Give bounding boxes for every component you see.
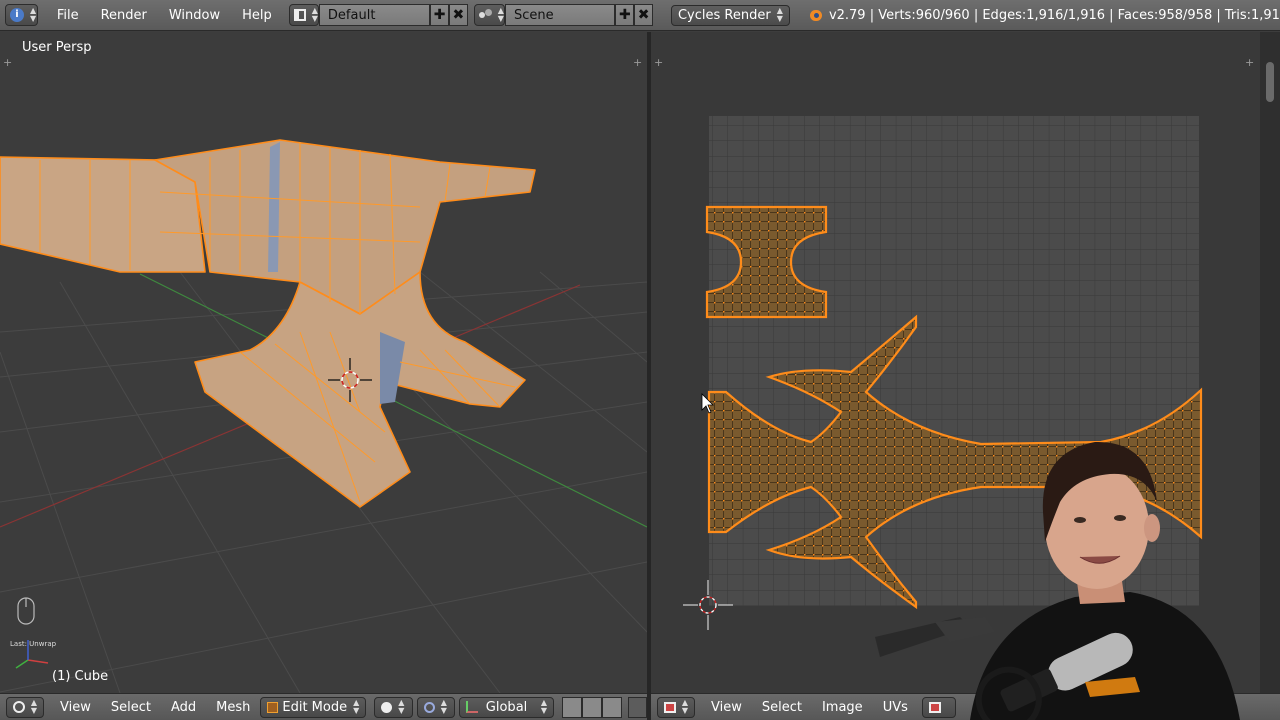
delete-layout-button[interactable]: ✖	[449, 4, 468, 26]
add-scene-button[interactable]: ✚	[615, 4, 635, 26]
3d-view-icon	[13, 701, 25, 713]
menu-file[interactable]: File	[46, 8, 90, 23]
area-corner-plus-icon[interactable]: +	[633, 57, 642, 68]
menu-add[interactable]: Add	[161, 700, 206, 715]
close-icon: ✖	[637, 7, 650, 23]
presenter-video	[875, 441, 1240, 720]
delete-scene-button[interactable]: ✖	[634, 4, 653, 26]
view-label: User Persp	[22, 40, 92, 55]
chevron-updown-icon: ▲ ▼	[497, 6, 504, 23]
last-operation-label: Last: Unwrap	[10, 640, 57, 648]
screen-layout-button[interactable]: ▲ ▼	[288, 4, 319, 26]
shading-dropdown[interactable]: ▲ ▼	[374, 696, 413, 718]
vertex-select-icon[interactable]	[562, 696, 583, 718]
mode-dropdown[interactable]: Edit Mode ▲ ▼	[260, 696, 367, 718]
anvil-mesh	[0, 139, 536, 508]
face-select-icon[interactable]	[602, 696, 623, 718]
plus-icon: ✚	[433, 7, 446, 23]
menu-select[interactable]: Select	[752, 700, 812, 715]
pivot-dropdown[interactable]: ▲ ▼	[416, 696, 456, 718]
area-corner-plus-icon[interactable]: +	[654, 57, 663, 68]
scene-statistics: v2.79 | Verts:960/960 | Edges:1,916/1,91…	[828, 7, 1280, 23]
scene-icon	[478, 9, 492, 21]
menu-image[interactable]: Image	[812, 700, 873, 715]
scene-field[interactable]: Scene	[504, 4, 616, 26]
menu-window[interactable]: Window	[158, 8, 231, 23]
plus-icon: ✚	[618, 7, 631, 23]
chevron-updown-icon: ▲ ▼	[681, 698, 688, 715]
blender-logo-icon	[806, 8, 822, 22]
editor-type-button[interactable]: ▲ ▼	[6, 696, 44, 718]
mode-label: Edit Mode	[282, 699, 348, 715]
info-icon: i	[10, 8, 24, 22]
menu-render[interactable]: Render	[90, 8, 158, 23]
scrollbar[interactable]	[1266, 62, 1274, 102]
editor-type-button[interactable]: i ▲ ▼	[5, 4, 38, 26]
3d-scene	[0, 139, 647, 693]
mouse-icon	[17, 597, 35, 625]
chevron-updown-icon: ▲ ▼	[353, 698, 360, 715]
editor-type-button[interactable]: ▲ ▼	[657, 696, 695, 718]
menu-select[interactable]: Select	[101, 700, 161, 715]
orientation-dropdown[interactable]: Global ▲ ▼	[459, 696, 555, 718]
info-header: i ▲ ▼ File Render Window Help ▲ ▼ Default …	[0, 0, 1280, 31]
render-engine-dropdown[interactable]: Cycles Render ▲ ▼	[670, 4, 790, 26]
pivot-icon	[423, 701, 435, 713]
edit-mode-icon	[267, 701, 279, 713]
object-label: (1) Cube	[52, 669, 109, 684]
menu-view[interactable]: View	[701, 700, 752, 715]
add-layout-button[interactable]: ✚	[430, 4, 450, 26]
menu-help[interactable]: Help	[231, 8, 283, 23]
area-corner-plus-icon[interactable]: +	[1245, 57, 1254, 68]
chevron-updown-icon: ▲ ▼	[311, 6, 318, 23]
chevron-updown-icon: ▲ ▼	[776, 6, 783, 23]
render-engine-label: Cycles Render	[677, 7, 771, 23]
screen-layout-icon	[293, 9, 306, 21]
edge-select-icon[interactable]	[582, 696, 603, 718]
select-mode-group	[562, 696, 623, 718]
solid-shading-icon	[381, 701, 393, 713]
transform-orientation-icon	[466, 701, 479, 713]
3d-view-header: ▲ ▼ View Select Add Mesh Edit Mode ▲ ▼ ▲ ▼ …	[0, 693, 647, 720]
screen-layout-field[interactable]: Default	[318, 4, 431, 26]
3d-viewport[interactable]: User Persp + + Last: Unwrap (1) Cube	[0, 32, 647, 693]
scene-button[interactable]: ▲ ▼	[473, 4, 505, 26]
menu-view[interactable]: View	[50, 700, 101, 715]
chevron-updown-icon: ▲ ▼	[398, 698, 405, 715]
chevron-updown-icon: ▲ ▼	[440, 698, 447, 715]
chevron-updown-icon: ▲ ▼	[30, 698, 37, 715]
webcam-overlay	[875, 432, 1280, 720]
menu-mesh[interactable]: Mesh	[206, 700, 260, 715]
chevron-updown-icon: ▲ ▼	[540, 698, 548, 715]
chevron-updown-icon: ▲ ▼	[30, 6, 37, 23]
limit-selection-icon[interactable]	[628, 696, 647, 718]
area-corner-plus-icon[interactable]: +	[3, 57, 12, 68]
close-icon: ✖	[452, 7, 465, 23]
image-editor-icon	[664, 701, 676, 713]
orientation-label: Global	[485, 699, 528, 715]
